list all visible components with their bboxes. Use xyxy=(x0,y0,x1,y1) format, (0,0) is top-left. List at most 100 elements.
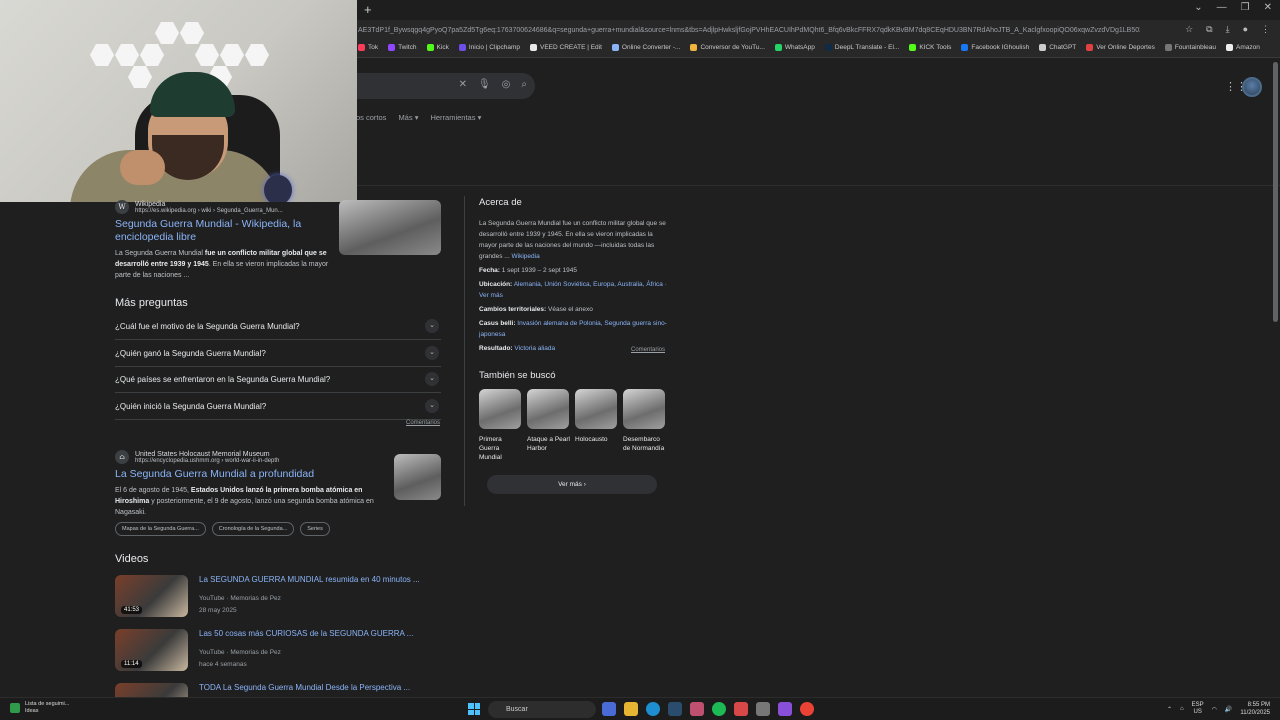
bookmark-item[interactable]: Fountainbleau xyxy=(1164,44,1217,51)
paa-item[interactable]: ¿Qué países se enfrentaron en la Segunda… xyxy=(115,367,441,393)
profile-icon[interactable]: ● xyxy=(1243,24,1248,35)
bookmark-item[interactable]: Ver Online Deportes xyxy=(1086,44,1155,51)
address-bar[interactable]: AE3TdP1f_Bywsqgq4gPyoQ7pa5Zd5Tg6eq:17637… xyxy=(358,24,1140,38)
video-thumbnail[interactable] xyxy=(115,683,188,697)
site-name[interactable]: Wikipedia xyxy=(135,201,283,208)
avatar[interactable] xyxy=(1242,77,1262,97)
fact-value[interactable]: Véase el anexo xyxy=(548,306,593,313)
bookmark-item[interactable]: Tok xyxy=(358,44,378,51)
network-icon[interactable]: ⌂ xyxy=(1180,706,1184,712)
app-icon[interactable] xyxy=(690,702,704,716)
bookmark-item[interactable]: Conversor de YouTu... xyxy=(690,44,765,51)
new-tab-button[interactable]: + xyxy=(364,3,376,17)
bookmark-item[interactable]: Facebook IGhoulish xyxy=(961,44,1029,51)
app-icon[interactable] xyxy=(778,702,792,716)
bookmark-item[interactable]: Online Converter -... xyxy=(611,44,680,51)
see-more-button[interactable]: Ver más › xyxy=(487,475,657,494)
site-url[interactable]: https://es.wikipedia.org › wiki › Segund… xyxy=(135,208,283,214)
also-searched-item[interactable]: Ataque a Pearl Harbor xyxy=(527,389,571,453)
feedback-link[interactable]: Comentarios xyxy=(631,347,665,353)
site-url[interactable]: https://encyclopedia.ushmm.org › world-w… xyxy=(135,458,279,464)
bookmark-label: VEED CREATE | Edit xyxy=(540,44,602,51)
chip[interactable]: Cronología de la Segunda... xyxy=(211,522,295,536)
extensions-icon[interactable]: ⧉ xyxy=(1206,24,1212,35)
video-thumbnail[interactable]: 41:53 xyxy=(115,575,188,617)
settings-icon[interactable] xyxy=(756,702,770,716)
video-item[interactable]: 41:53 La SEGUNDA GUERRA MUNDIAL resumida… xyxy=(115,575,445,619)
bookmark-item[interactable]: VEED CREATE | Edit xyxy=(530,44,602,51)
chrome-icon[interactable] xyxy=(800,702,814,716)
wikipedia-link[interactable]: Wikipedia xyxy=(512,253,540,260)
fact-value[interactable]: Victoria aliada xyxy=(514,345,555,352)
mic-icon[interactable]: 🎙 xyxy=(478,79,491,90)
search-input[interactable]: ✕ 🎙 ◎ ⌕ xyxy=(340,73,535,99)
paa-item[interactable]: ¿Cuál fue el motivo de la Segunda Guerra… xyxy=(115,314,441,340)
fact-row: Cambios territoriales: Véase el anexo xyxy=(479,304,669,315)
clear-icon[interactable]: ✕ xyxy=(459,79,467,90)
chip[interactable]: Mapas de la Segunda Guerra... xyxy=(115,522,206,536)
taskbar-search[interactable]: Buscar xyxy=(488,701,596,718)
result-title-link[interactable]: Segunda Guerra Mundial - Wikipedia, la e… xyxy=(115,218,325,244)
video-title[interactable]: La SEGUNDA GUERRA MUNDIAL resumida en 40… xyxy=(199,575,420,584)
bookmark-item[interactable]: Inicio | Clipchamp xyxy=(458,44,520,51)
tab-shorts[interactable]: os cortos xyxy=(356,113,386,122)
bookmark-item[interactable]: KICK Tools xyxy=(909,44,951,51)
bookmark-item[interactable]: Amazon xyxy=(1226,44,1260,51)
video-item[interactable]: 11:14 Las 50 cosas más CURIOSAS de la SE… xyxy=(115,629,445,673)
video-title[interactable]: Las 50 cosas más CURIOSAS de la SEGUNDA … xyxy=(199,629,413,638)
bookmark-icon xyxy=(961,44,969,51)
maximize-icon[interactable]: ❐ xyxy=(1241,2,1250,13)
chevron-down-icon[interactable]: ⌄ xyxy=(1194,2,1202,13)
bookmark-item[interactable]: DeepL Translate - El... xyxy=(824,44,899,51)
also-searched-item[interactable]: Holocausto xyxy=(575,389,619,444)
copilot-icon[interactable] xyxy=(602,702,616,716)
language-indicator[interactable]: ESP US xyxy=(1192,702,1204,716)
paa-item[interactable]: ¿Quién inició la Segunda Guerra Mundial?… xyxy=(115,394,441,420)
wifi-icon[interactable]: ◠ xyxy=(1212,706,1217,713)
site-name[interactable]: United States Holocaust Memorial Museum xyxy=(135,451,279,458)
tab-tools[interactable]: Herramientas ▾ xyxy=(430,113,481,122)
bookmark-label: WhatsApp xyxy=(784,44,815,51)
bookmark-label: Fountainbleau xyxy=(1174,44,1217,51)
panel-description: La Segunda Guerra Mundial fue un conflic… xyxy=(479,218,669,262)
lens-icon[interactable]: ◎ xyxy=(502,79,511,90)
video-date: 28 may 2025 xyxy=(199,607,237,614)
chevron-up-icon[interactable]: ⌃ xyxy=(1167,706,1172,713)
result-thumbnail[interactable] xyxy=(394,454,441,500)
paa-item[interactable]: ¿Quién ganó la Segunda Guerra Mundial? ⌄ xyxy=(115,341,441,367)
bookmark-item[interactable]: ChatGPT xyxy=(1039,44,1076,51)
file-explorer-icon[interactable] xyxy=(624,702,638,716)
bookmark-icon xyxy=(426,44,434,51)
volume-icon[interactable]: 🔊 xyxy=(1225,706,1232,713)
scrollbar[interactable] xyxy=(1273,62,1278,322)
chip[interactable]: Series xyxy=(300,522,330,536)
windows-start-icon[interactable] xyxy=(468,703,480,715)
also-searched-item[interactable]: Primera Guerra Mundial xyxy=(479,389,523,462)
result-title-link[interactable]: La Segunda Guerra Mundial a profundidad xyxy=(115,468,385,481)
search-icon[interactable]: ⌕ xyxy=(521,79,527,90)
video-thumbnail[interactable]: 11:14 xyxy=(115,629,188,671)
bookmark-item[interactable]: WhatsApp xyxy=(774,44,815,51)
bookmark-item[interactable]: Kick xyxy=(426,44,449,51)
star-icon[interactable]: ☆ xyxy=(1185,24,1193,35)
edge-icon[interactable] xyxy=(646,702,660,716)
menu-icon[interactable]: ⋮ xyxy=(1261,24,1270,35)
close-icon[interactable]: ✕ xyxy=(1264,2,1272,13)
video-title[interactable]: TODA La Segunda Guerra Mundial Desde la … xyxy=(199,683,410,692)
tab-more[interactable]: Más ▾ xyxy=(398,113,418,122)
bookmark-label: Conversor de YouTu... xyxy=(700,44,765,51)
result-thumbnail[interactable] xyxy=(339,200,441,255)
clock[interactable]: 8:55 PM 11/20/2025 xyxy=(1240,701,1270,717)
app-icon[interactable] xyxy=(734,702,748,716)
tab-more-label: Más xyxy=(398,113,413,122)
video-item[interactable]: TODA La Segunda Guerra Mundial Desde la … xyxy=(115,683,445,697)
steam-icon[interactable] xyxy=(668,702,682,716)
download-icon[interactable]: ⤓ xyxy=(1226,24,1230,35)
spotify-icon[interactable] xyxy=(712,702,726,716)
bookmark-item[interactable]: Twitch xyxy=(388,44,417,51)
minimize-icon[interactable]: — xyxy=(1217,2,1227,13)
feedback-link[interactable]: Comentarios xyxy=(406,420,440,426)
clock-time: 8:55 PM xyxy=(1247,702,1270,708)
also-searched-item[interactable]: Desembarco de Normandía xyxy=(623,389,667,453)
widget-notification[interactable]: Lista de seguimi... Ideas xyxy=(10,701,69,715)
